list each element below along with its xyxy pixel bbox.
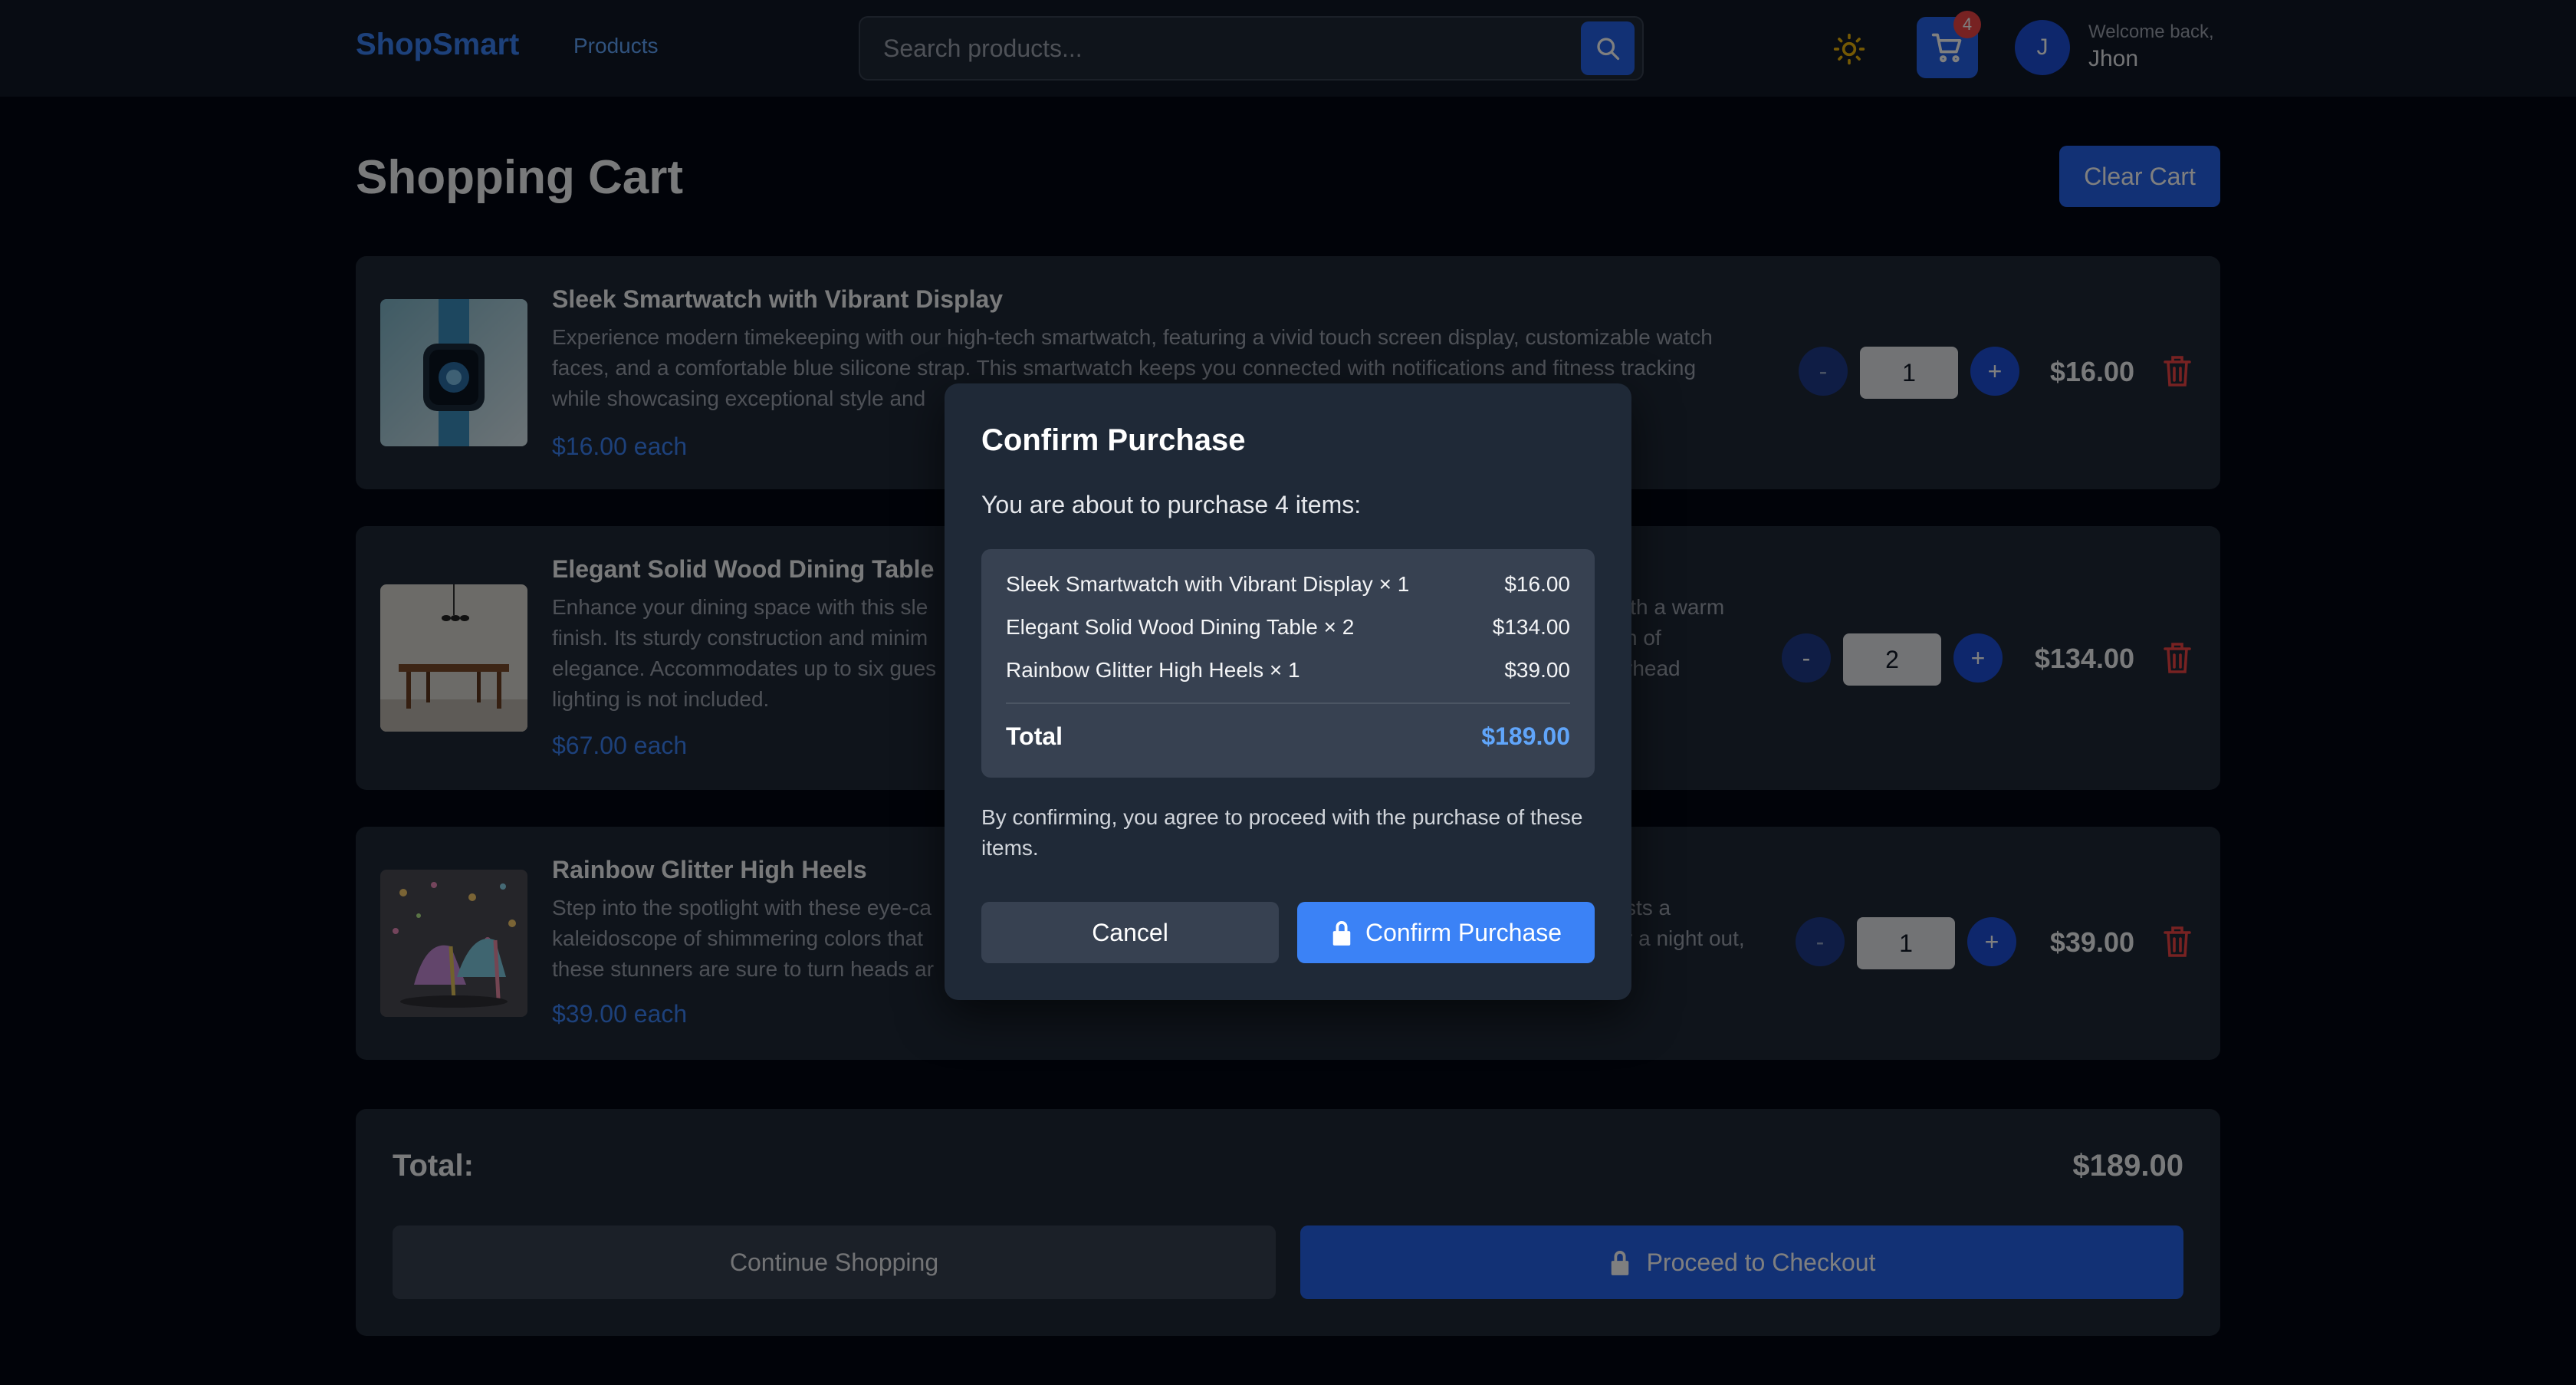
order-line-name: Elegant Solid Wood Dining Table × 2 — [1006, 615, 1355, 639]
order-line-name: Sleek Smartwatch with Vibrant Display × … — [1006, 572, 1410, 596]
dialog-note: By confirming, you agree to proceed with… — [981, 805, 1583, 860]
divider — [1006, 702, 1570, 704]
order-summary-list: Sleek Smartwatch with Vibrant Display × … — [981, 549, 1595, 778]
order-line-price: $134.00 — [1492, 615, 1570, 639]
dialog-subtitle: You are about to purchase 4 items: — [981, 491, 1362, 518]
order-line: Sleek Smartwatch with Vibrant Display × … — [1006, 572, 1570, 603]
lock-icon — [1332, 921, 1351, 946]
cancel-button[interactable]: Cancel — [981, 902, 1279, 963]
order-line-price: $16.00 — [1504, 572, 1570, 596]
confirm-purchase-dialog: Confirm Purchase You are about to purcha… — [945, 383, 1631, 1000]
confirm-purchase-label: Confirm Purchase — [1365, 918, 1562, 946]
confirm-purchase-button[interactable]: Confirm Purchase — [1297, 902, 1595, 963]
dialog-title: Confirm Purchase — [981, 423, 1246, 457]
order-line-name: Rainbow Glitter High Heels × 1 — [1006, 658, 1300, 682]
order-line: Elegant Solid Wood Dining Table × 2 $134… — [1006, 615, 1570, 646]
order-total-value: $189.00 — [1481, 722, 1570, 750]
order-line-price: $39.00 — [1504, 658, 1570, 682]
order-line: Rainbow Glitter High Heels × 1 $39.00 — [1006, 658, 1570, 689]
order-total-label: Total — [1006, 722, 1063, 750]
